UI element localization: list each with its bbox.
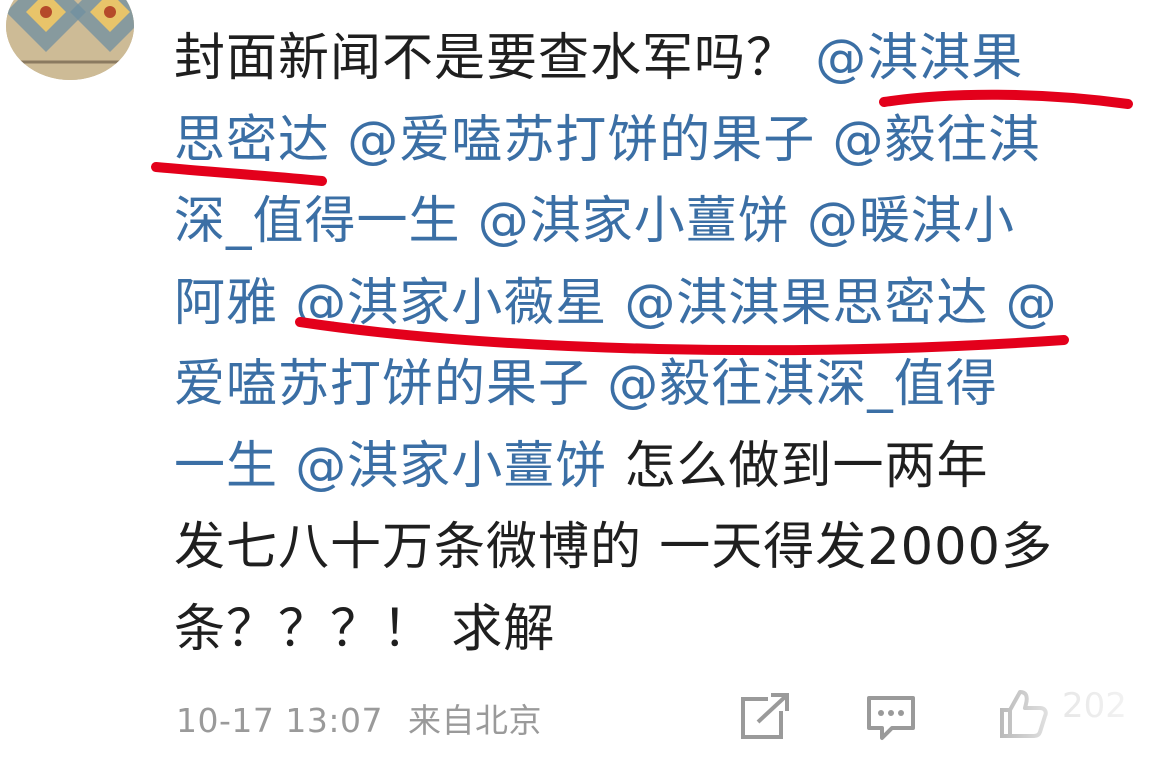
comment-line: 封面新闻不是要查水军吗？ @淇淇果 (174, 18, 1144, 100)
comment-text-segment: 封面新闻不是要查水军吗？ (174, 29, 816, 88)
comment-text-segment: 怎么做到一两年 (624, 436, 989, 496)
comment-icon[interactable] (864, 690, 918, 744)
comment-text-segment: 条？？？！ 求解 (174, 599, 556, 659)
like-count: 202 (1062, 686, 1127, 726)
like-icon[interactable] (996, 686, 1050, 740)
comment-line: 条？？？！ 求解 (174, 589, 1144, 671)
comment-line: 爱嗑苏打饼的果子 @毅往淇深_值得 (174, 344, 1144, 426)
share-icon[interactable] (738, 690, 792, 744)
user-mention-link[interactable]: 思密达 (174, 111, 347, 170)
user-mention-link[interactable]: @淇家小薑饼 (295, 437, 624, 496)
user-mention-link[interactable]: 一生 (174, 437, 295, 496)
user-mention-link[interactable]: @淇家小薑饼 (478, 192, 807, 251)
weibo-comment-card: 封面新闻不是要查水军吗？ @淇淇果 思密达 @爱嗑苏打饼的果子 @毅往淇 深_值得一… (0, 0, 1170, 763)
comment-line: 一生 @淇家小薑饼 怎么做到一两年 (174, 426, 1144, 508)
avatar-image (6, 0, 134, 80)
action-bar: 202 (0, 684, 1170, 744)
avatar[interactable] (6, 0, 134, 80)
comment-line: 阿雅 @淇家小薇星 @淇淇果思密达 @ (174, 263, 1144, 345)
comment-text: 封面新闻不是要查水军吗？ @淇淇果 思密达 @爱嗑苏打饼的果子 @毅往淇 深_值得一… (174, 18, 1144, 670)
user-mention-link[interactable]: 爱嗑苏打饼的果子 (174, 355, 607, 414)
comment-line: 发七八十万条微博的 一天得发2000多 (174, 507, 1144, 589)
comment-text-segment: 发七八十万条微博的 一天得发2000多 (174, 518, 1054, 577)
user-mention-link[interactable]: @淇淇果思密达 (624, 274, 1005, 333)
comment-line: 思密达 @爱嗑苏打饼的果子 @毅往淇 (174, 100, 1144, 182)
user-mention-link[interactable]: @淇家小薇星 (295, 274, 624, 333)
user-mention-link[interactable]: 深_值得一生 (174, 192, 478, 251)
user-mention-link[interactable]: @毅往淇深_值得 (607, 355, 998, 414)
user-mention-link[interactable]: @淇淇果 (815, 29, 1023, 88)
user-mention-link[interactable]: @爱嗑苏打饼的果子 (347, 111, 832, 170)
comment-line: 深_值得一生 @淇家小薑饼 @暖淇小 (174, 181, 1144, 263)
user-mention-link[interactable]: @毅往淇 (832, 111, 1040, 170)
user-mention-link[interactable]: @ (1006, 274, 1058, 333)
user-mention-link[interactable]: @暖淇小 (807, 192, 1015, 251)
user-mention-link[interactable]: 阿雅 (174, 274, 295, 333)
